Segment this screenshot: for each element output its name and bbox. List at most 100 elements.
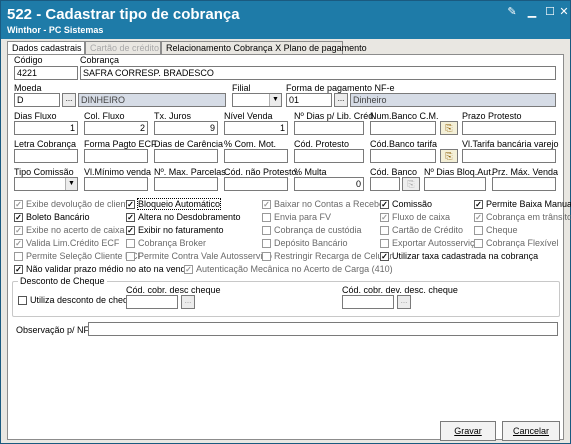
multa-label: % Multa <box>294 167 327 177</box>
dias-fluxo-label: Dias Fluxo <box>14 111 57 121</box>
option-checkbox[interactable]: ✓ Cobrança em trânsito <box>474 212 571 222</box>
prazo-protesto-input[interactable] <box>462 121 556 135</box>
nivel-venda-input[interactable]: 1 <box>224 121 288 135</box>
max-parcelas-label: Nº. Max. Parcelas <box>154 167 226 177</box>
dias-lib-cred-label: Nº Dias p/ Lib. Créd. <box>294 111 376 121</box>
option-checkbox[interactable]: Cobrança de custódia <box>262 225 362 235</box>
option-checkbox[interactable]: ✓ Exibir no faturamento <box>126 225 224 235</box>
cod-desc-cheque-label: Cód. cobr. desc cheque <box>126 285 221 295</box>
nivel-venda-label: Nível Venda <box>224 111 273 121</box>
forma-pgto-lookup-button[interactable]: ... <box>334 93 348 107</box>
letra-cobranca-input[interactable] <box>14 149 78 163</box>
observacao-label: Observação p/ NF: <box>16 325 92 335</box>
forma-pgto-code-input[interactable]: 01 <box>286 93 332 107</box>
option-checkbox[interactable]: Permite Contra Vale Autosserviço <box>126 251 272 261</box>
num-banco-cm-input[interactable] <box>370 121 436 135</box>
edit-icon[interactable]: ✎ <box>503 5 521 19</box>
multa-input[interactable]: 0 <box>294 177 364 191</box>
moeda-lookup-button[interactable]: ... <box>62 93 76 107</box>
cod-protesto-input[interactable] <box>294 149 364 163</box>
com-mot-input[interactable] <box>224 149 288 163</box>
option-checkbox[interactable]: Cartão de Crédito <box>380 225 463 235</box>
cod-nao-protesto-input[interactable] <box>224 177 288 191</box>
cod-desc-cheque-lookup[interactable]: ... <box>181 295 195 309</box>
dias-lib-cred-input[interactable] <box>294 121 364 135</box>
col-fluxo-input[interactable]: 2 <box>84 121 148 135</box>
cancelar-button[interactable]: Cancelar <box>502 421 560 441</box>
tab-cartao-credito[interactable]: Cartão de crédito <box>85 41 161 55</box>
moeda-desc: DINHEIRO <box>78 93 226 107</box>
chevron-down-icon: ▼ <box>65 178 77 190</box>
observacao-input[interactable] <box>88 322 558 336</box>
option-checkbox[interactable]: Exportar Autosserviço <box>380 238 480 248</box>
option-checkbox[interactable]: Permite Seleção Cliente ECF <box>14 251 143 261</box>
dias-carencia-input[interactable] <box>154 149 218 163</box>
option-checkbox[interactable]: ✓ Permite Baixa Manual <box>474 199 571 209</box>
tipo-comissao-select[interactable]: ▼ <box>14 177 78 191</box>
option-checkbox[interactable]: ✓ Exibe no acerto de caixa <box>14 225 125 235</box>
bank-lookup-icon[interactable]: ⎘ <box>402 177 420 191</box>
desconto-cheque-title: Desconto de Cheque <box>18 276 107 286</box>
vl-tarifa-input[interactable] <box>462 149 556 163</box>
cod-dev-cheque-input[interactable] <box>342 295 394 309</box>
close-icon[interactable]: ✕ <box>555 5 571 19</box>
cod-protesto-label: Cód. Protesto <box>294 139 350 149</box>
forma-pagto-ecf-input[interactable] <box>84 149 148 163</box>
vl-min-venda-label: Vl.Mínimo venda <box>84 167 152 177</box>
tx-juros-input[interactable]: 9 <box>154 121 218 135</box>
option-checkbox[interactable]: ✓ Utilizar taxa cadastrada na cobrança <box>380 251 538 261</box>
letra-cobranca-label: Letra Cobrança <box>14 139 77 149</box>
dias-carencia-label: Dias de Carência <box>154 139 224 149</box>
cod-banco-input[interactable] <box>370 177 400 191</box>
minimize-icon[interactable]: ▁ <box>523 5 541 19</box>
com-mot-label: % Com. Mot. <box>224 139 277 149</box>
prz-max-venda-label: Prz. Máx. Venda <box>492 167 559 177</box>
option-checkbox[interactable]: Cheque <box>474 225 518 235</box>
option-checkbox[interactable]: ✓ Exibe devolução de cliente <box>14 199 133 209</box>
window-title: 522 - Cadastrar tipo de cobrança <box>7 6 240 23</box>
option-checkbox[interactable]: ✓ Altera no Desdobramento <box>126 212 241 222</box>
cod-dev-cheque-lookup[interactable]: ... <box>397 295 411 309</box>
tab-relacionamento[interactable]: Relacionamento Cobrança X Plano de pagam… <box>161 41 367 55</box>
dias-bloq-aut-input[interactable] <box>424 177 486 191</box>
option-checkbox[interactable]: ✓ Fluxo de caixa <box>380 212 450 222</box>
cod-dev-cheque-label: Cód. cobr. dev. desc. cheque <box>342 285 458 295</box>
option-checkbox[interactable]: Restringir Recarga de Celular <box>262 251 393 261</box>
cod-nao-protesto-label: Cód. não Protesto. <box>224 167 300 177</box>
prazo-protesto-label: Prazo Protesto <box>462 111 522 121</box>
option-checkbox[interactable]: ✓ Bloqueio Automático <box>126 198 222 210</box>
window-subtitle: Winthor - PC Sistemas <box>7 25 104 35</box>
option-checkbox[interactable]: ✓ Baixar no Contas a Receber <box>262 199 387 209</box>
filial-label: Filial <box>232 83 251 93</box>
cobranca-input[interactable]: SAFRA CORRESP. BRADESCO <box>80 66 556 80</box>
cod-desc-cheque-input[interactable] <box>126 295 178 309</box>
bank-tarifa-search-icon[interactable]: ⎘ <box>440 149 458 163</box>
forma-pgto-desc: Dinheiro <box>350 93 556 107</box>
codigo-input[interactable]: 4221 <box>14 66 78 80</box>
bank-search-icon[interactable]: ⎘ <box>440 121 458 135</box>
option-checkbox[interactable]: ✓ Autenticação Mecânica no Acerto de Carg… <box>184 264 393 274</box>
max-parcelas-input[interactable] <box>154 177 218 191</box>
num-banco-cm-label: Num.Banco C.M. <box>370 111 439 121</box>
option-checkbox[interactable]: ✓ Não validar prazo médio no ato na venda <box>14 264 191 274</box>
tipo-comissao-label: Tipo Comissão <box>14 167 74 177</box>
title-bar: 522 - Cadastrar tipo de cobrança Winthor… <box>1 1 570 39</box>
option-checkbox[interactable]: ✓ Valida Lim.Crédito ECF <box>14 238 119 248</box>
cod-banco-tarifa-input[interactable] <box>370 149 436 163</box>
moeda-code-input[interactable]: D <box>14 93 60 107</box>
chevron-down-icon: ▼ <box>269 94 281 106</box>
option-checkbox[interactable]: ✓ Comissão <box>380 199 432 209</box>
vl-min-venda-input[interactable] <box>84 177 148 191</box>
prz-max-venda-input[interactable] <box>492 177 556 191</box>
option-checkbox[interactable]: Cobrança Broker <box>126 238 206 248</box>
window: 522 - Cadastrar tipo de cobrança Winthor… <box>0 0 571 444</box>
filial-select[interactable]: ▼ <box>232 93 282 107</box>
option-checkbox[interactable]: Cobrança Flexível <box>474 238 559 248</box>
utiliza-desconto-checkbox[interactable]: Utiliza desconto de cheque <box>18 295 138 305</box>
gravar-button[interactable]: Gravar <box>440 421 496 441</box>
dias-fluxo-input[interactable]: 1 <box>14 121 78 135</box>
dias-bloq-aut-label: Nº Dias Bloq.Aut. <box>424 167 494 177</box>
option-checkbox[interactable]: Depósito Bancário <box>262 238 348 248</box>
option-checkbox[interactable]: ✓ Boleto Bancário <box>14 212 90 222</box>
option-checkbox[interactable]: Envia para FV <box>262 212 331 222</box>
